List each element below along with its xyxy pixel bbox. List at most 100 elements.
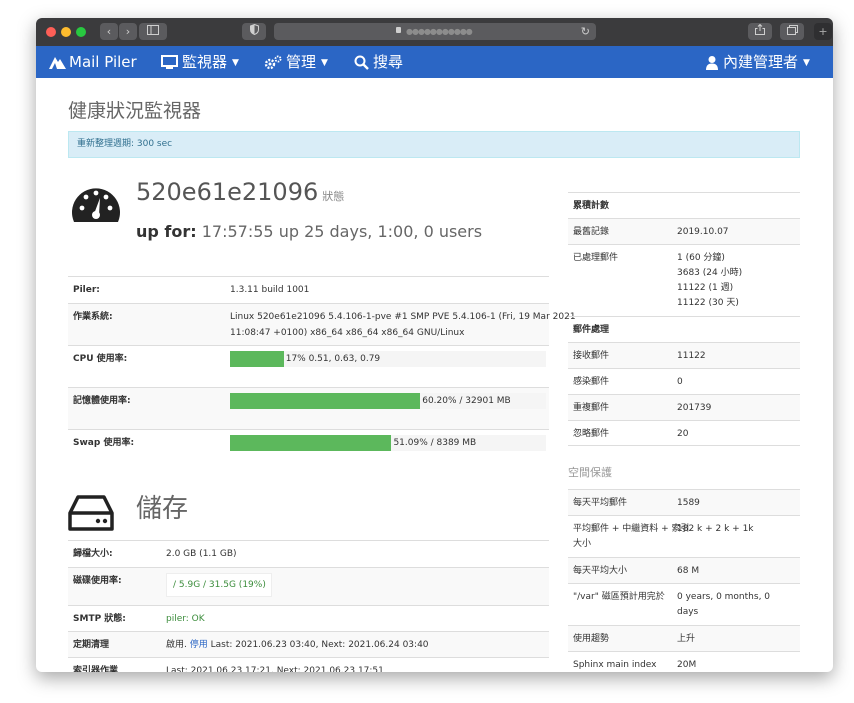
share-icon — [755, 23, 765, 35]
counter-row-value: 0 — [677, 377, 683, 387]
system-row-value: Linux 520e61e21096 5.4.106-1-pve #1 SMP … — [230, 312, 576, 322]
system-row-label: Piler: — [73, 285, 100, 295]
lock-icon — [396, 27, 401, 33]
uptime-value: 17:57:55 up 25 days, 1:00, 0 users — [201, 222, 483, 241]
swap-progress-text: 51.09% / 8389 MB — [393, 438, 477, 448]
system-row-cpu: CPU 使用率: 17% 0.51, 0.63, 0.79 — [68, 345, 549, 387]
chevron-down-icon: ▼ — [803, 58, 810, 68]
space-row-daily-avg: 每天平均郵件 1589 — [568, 489, 800, 515]
status-label: 狀態 — [322, 190, 345, 203]
space-row-value: 182 k + 2 k + 1k — [677, 524, 754, 534]
nav-user-menu[interactable]: 內建管理者 ▼ — [705, 46, 810, 78]
counter-row-value: 2019.10.07 — [677, 227, 729, 237]
processed-60-minutes: 1 (60 分鐘) — [677, 253, 725, 263]
processed-30-days: 11122 (30 天) — [677, 298, 739, 308]
smtp-status-value: piler: OK — [166, 614, 205, 624]
forward-button[interactable]: › — [119, 23, 137, 40]
storage-row-label: 索引器作業 — [73, 666, 119, 672]
storage-row-indexer: 索引器作業 Last: 2021.06.23 17:21, Next: 2021… — [68, 657, 549, 672]
memory-progress-bar: 60.20% / 32901 MB — [230, 393, 546, 409]
processed-24-hours: 3683 (24 小時) — [677, 268, 743, 278]
minimize-window-button[interactable] — [61, 27, 71, 37]
counter-row-label: 接收郵件 — [573, 351, 610, 361]
space-row-avg-size: 平均郵件 + 中繼資料 + 索引 大小 182 k + 2 k + 1k — [568, 515, 800, 557]
space-row-label: "/var" 磁區預計用完於 — [573, 592, 665, 602]
space-row-label: 每天平均郵件 — [573, 498, 628, 508]
tabs-overview-button[interactable] — [780, 23, 804, 40]
counter-row-value: 11122 — [677, 351, 706, 361]
system-row-label: 作業系統: — [73, 312, 113, 322]
system-row-piler: Piler: 1.3.11 build 1001 — [68, 276, 549, 303]
browser-window: ‹ › ●●●●●●●●●●● ↻ + Mail Piler 監視器 ▼ 管理 ▼ — [36, 18, 833, 672]
counters-header: 累積計數 — [568, 192, 800, 218]
purge-value: 啟用. 停用 Last: 2021.06.23 03:40, Next: 202… — [166, 632, 429, 658]
memory-progress-text: 60.20% / 32901 MB — [422, 396, 511, 406]
space-protection-title: 空間保護 — [568, 466, 612, 479]
new-tab-button[interactable]: + — [814, 23, 832, 40]
counter-row-received: 接收郵件 11122 — [568, 342, 800, 368]
counter-row-duplicate: 重複郵件 201739 — [568, 394, 800, 420]
close-window-button[interactable] — [46, 27, 56, 37]
uptime-line: up for: 17:57:55 up 25 days, 1:00, 0 use… — [136, 222, 482, 241]
counters-header-label: 累積計數 — [573, 201, 610, 211]
counter-row-value: 20 — [677, 429, 689, 439]
system-row-label: Swap 使用率: — [73, 438, 135, 448]
hard-drive-icon — [68, 495, 114, 531]
cpu-progress-text: 17% 0.51, 0.63, 0.79 — [285, 354, 381, 364]
system-row-label: CPU 使用率: — [73, 354, 128, 364]
maximize-window-button[interactable] — [76, 27, 86, 37]
space-row-sphinx: Sphinx main index 20M — [568, 651, 800, 672]
back-button[interactable]: ‹ — [100, 23, 118, 40]
counter-row-value: 201739 — [677, 403, 712, 413]
space-row-label: 每天平均大小 — [573, 566, 628, 576]
privacy-shield-button[interactable] — [242, 23, 266, 40]
storage-title: 儲存 — [136, 494, 189, 524]
sidebar-toggle-button[interactable] — [139, 23, 167, 40]
hostname: 520e61e21096 — [136, 178, 319, 206]
storage-row-label: SMTP 狀態: — [73, 614, 126, 624]
space-row-trend: 使用趨勢 上升 — [568, 625, 800, 651]
swap-progress-bar: 51.09% / 8389 MB — [230, 435, 546, 451]
storage-row-smtp: SMTP 狀態: piler: OK — [68, 605, 549, 631]
nav-monitors-menu[interactable]: 監視器 ▼ — [161, 46, 239, 78]
brand-link[interactable]: Mail Piler — [48, 46, 137, 78]
chevron-down-icon: ▼ — [232, 58, 239, 68]
nav-monitors-label: 監視器 — [182, 53, 228, 71]
counter-row-label: 已處理郵件 — [573, 253, 619, 263]
address-bar[interactable]: ●●●●●●●●●●● ↻ — [274, 23, 596, 40]
purge-disable-link[interactable]: 停用 — [190, 640, 208, 650]
space-row-value: 20M — [677, 660, 697, 670]
nav-user-label: 內建管理者 — [723, 53, 799, 71]
space-row-var-full: "/var" 磁區預計用完於 0 years, 0 months, 0 days — [568, 583, 800, 625]
storage-row-disk: 磁碟使用率: / 5.9G / 31.5G (19%) — [68, 567, 549, 605]
refresh-alert: 重新整理週期: 300 sec — [68, 131, 800, 158]
reload-icon[interactable]: ↻ — [581, 23, 590, 40]
storage-row-value: Last: 2021.06.23 17:21, Next: 2021.06.23… — [166, 666, 384, 672]
processed-1-week: 11122 (1 週) — [677, 283, 734, 293]
search-icon — [354, 55, 369, 70]
space-row-label-continued: 大小 — [573, 539, 592, 549]
counter-row-label: 重複郵件 — [573, 403, 610, 413]
shield-icon — [249, 23, 259, 36]
space-row-value: 0 years, 0 months, 0 — [677, 592, 771, 602]
counter-row-infected: 感染郵件 0 — [568, 368, 800, 394]
counter-row-ignored: 忽略郵件 20 — [568, 420, 800, 446]
purge-times: Last: 2021.06.23 03:40, Next: 2021.06.24… — [210, 640, 429, 650]
page-content: 健康狀況監視器 重新整理週期: 300 sec 520e61e21096 狀態 u… — [36, 78, 833, 672]
space-row-label: 平均郵件 + 中繼資料 + 索引 — [573, 524, 690, 534]
share-button[interactable] — [748, 23, 772, 40]
uptime-label: up for: — [136, 222, 197, 241]
nav-admin-menu[interactable]: 管理 ▼ — [264, 46, 328, 78]
counter-row-processed: 已處理郵件 1 (60 分鐘) 3683 (24 小時) 11122 (1 週)… — [568, 244, 800, 316]
nav-search-label: 搜尋 — [373, 53, 404, 71]
user-icon — [706, 56, 718, 70]
piler-logo-icon — [49, 57, 66, 69]
counter-row-oldest: 最舊記錄 2019.10.07 — [568, 218, 800, 244]
nav-admin-label: 管理 — [286, 53, 317, 71]
cpu-progress-bar: 17% 0.51, 0.63, 0.79 — [230, 351, 546, 367]
purge-enabled-text: 啟用. — [166, 640, 187, 650]
mail-processing-header: 郵件處理 — [568, 316, 800, 342]
nav-search-link[interactable]: 搜尋 — [354, 46, 403, 78]
disk-usage-value: / 5.9G / 31.5G (19%) — [166, 573, 272, 597]
swap-progress-fill — [230, 435, 392, 451]
